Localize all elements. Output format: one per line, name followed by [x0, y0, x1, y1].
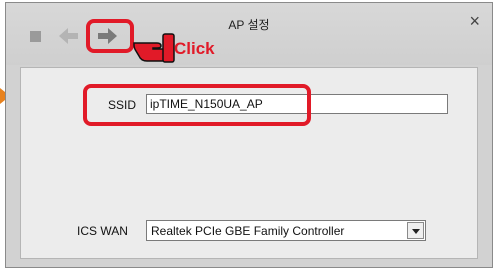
- chevron-down-icon[interactable]: [407, 222, 424, 239]
- title-bar: AP 설정 × Click: [6, 3, 492, 65]
- ics-wan-label: ICS WAN: [77, 224, 128, 238]
- forward-button-highlight: [86, 19, 134, 53]
- ap-settings-window: AP 설정 × Click SSID ICS WAN Realtek PCIe …: [5, 2, 493, 268]
- back-arrow-icon[interactable]: [59, 27, 79, 45]
- close-button[interactable]: ×: [469, 11, 480, 32]
- ics-wan-select[interactable]: Realtek PCIe GBE Family Controller: [146, 220, 426, 241]
- pointing-hand-icon: [133, 33, 175, 63]
- ics-wan-value: Realtek PCIe GBE Family Controller: [151, 224, 345, 238]
- stop-icon[interactable]: [30, 31, 41, 42]
- click-annotation-label: Click: [174, 39, 215, 58]
- settings-panel: SSID ICS WAN Realtek PCIe GBE Family Con…: [20, 67, 478, 259]
- ssid-highlight: [83, 84, 311, 126]
